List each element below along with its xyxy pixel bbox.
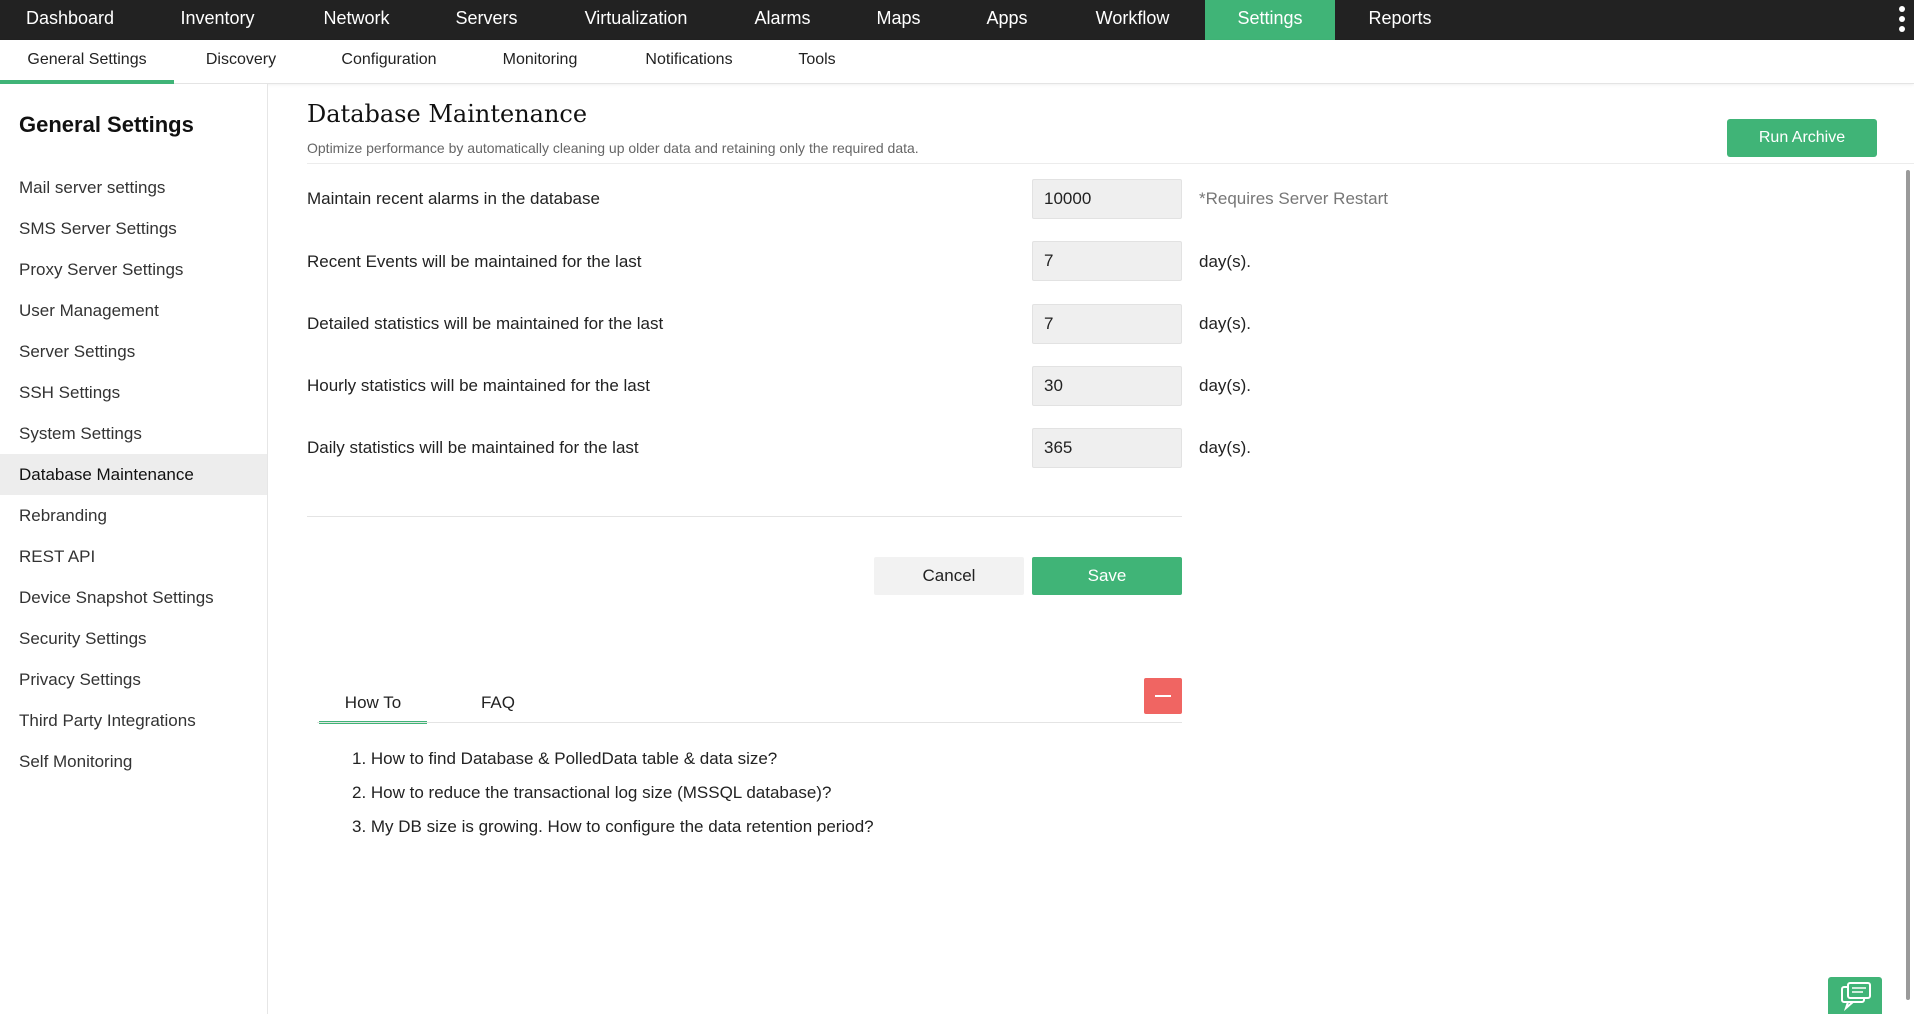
nav-apps[interactable]: Apps [959,0,1055,40]
daily-stats-input[interactable] [1032,428,1182,468]
detailed-stats-label: Detailed statistics will be maintained f… [307,314,664,333]
subnav-tools[interactable]: Tools [770,40,864,84]
howto-link-transaction-log[interactable]: 2. How to reduce the transactional log s… [352,783,831,803]
page-subtitle: Optimize performance by automatically cl… [307,140,919,156]
minus-icon [1155,695,1171,697]
events-retention-unit: day(s). [1199,252,1251,271]
daily-stats-label: Daily statistics will be maintained for … [307,438,639,457]
nav-workflow[interactable]: Workflow [1065,0,1200,40]
sidebar-item-system-settings[interactable]: System Settings [0,413,267,454]
sidebar-item-security-settings[interactable]: Security Settings [0,618,267,659]
run-archive-button[interactable]: Run Archive [1727,119,1877,157]
nav-virtualization[interactable]: Virtualization [555,0,717,40]
chat-widget-button[interactable] [1828,977,1882,1014]
events-retention-input[interactable] [1032,241,1182,281]
sidebar-item-user-management[interactable]: User Management [0,290,267,331]
sidebar-item-server-settings[interactable]: Server Settings [0,331,267,372]
nav-reports[interactable]: Reports [1335,0,1465,40]
nav-dashboard[interactable]: Dashboard [0,0,140,40]
nav-network[interactable]: Network [295,0,418,40]
tab-how-to[interactable]: How To [319,688,427,724]
nav-alarms[interactable]: Alarms [727,0,838,40]
sidebar-item-sms-server[interactable]: SMS Server Settings [0,208,267,249]
sidebar-item-database-maintenance[interactable]: Database Maintenance [0,454,267,495]
subnav-monitoring[interactable]: Monitoring [486,40,594,84]
howto-link-retention-period[interactable]: 3. My DB size is growing. How to configu… [352,817,874,837]
tabs-divider [317,722,1182,723]
cancel-button[interactable]: Cancel [874,557,1024,595]
sidebar-item-ssh-settings[interactable]: SSH Settings [0,372,267,413]
subnav-configuration[interactable]: Configuration [322,40,456,84]
daily-stats-unit: day(s). [1199,438,1251,457]
nav-servers[interactable]: Servers [428,0,545,40]
sidebar-item-rest-api[interactable]: REST API [0,536,267,577]
sub-navigation: General Settings Discovery Configuration… [0,40,1914,84]
nav-maps[interactable]: Maps [848,0,949,40]
vertical-scrollbar[interactable] [1906,170,1910,1000]
tab-faq[interactable]: FAQ [453,688,543,724]
nav-settings[interactable]: Settings [1205,0,1335,40]
hourly-stats-label: Hourly statistics will be maintained for… [307,376,650,395]
page-title: Database Maintenance [307,100,588,128]
settings-sidebar: General Settings Mail server settings SM… [0,84,268,1014]
detailed-stats-unit: day(s). [1199,314,1251,333]
events-retention-label: Recent Events will be maintained for the… [307,252,642,271]
vertical-ellipsis-icon[interactable] [1898,6,1906,34]
howto-link-db-size[interactable]: 1. How to find Database & PolledData tab… [352,749,777,769]
sidebar-item-mail-server[interactable]: Mail server settings [0,167,267,208]
sidebar-item-rebranding[interactable]: Rebranding [0,495,267,536]
sidebar-item-device-snapshot[interactable]: Device Snapshot Settings [0,577,267,618]
save-button[interactable]: Save [1032,557,1182,595]
alarms-retention-note: *Requires Server Restart [1199,189,1388,208]
sidebar-item-privacy-settings[interactable]: Privacy Settings [0,659,267,700]
detailed-stats-input[interactable] [1032,304,1182,344]
sidebar-item-proxy-server[interactable]: Proxy Server Settings [0,249,267,290]
hourly-stats-unit: day(s). [1199,376,1251,395]
subnav-general-settings[interactable]: General Settings [0,40,174,84]
collapse-help-button[interactable] [1144,678,1182,714]
sidebar-title: General Settings [19,112,194,137]
chat-icon [1841,982,1871,1012]
form-divider [307,516,1182,517]
hourly-stats-input[interactable] [1032,366,1182,406]
subnav-notifications[interactable]: Notifications [628,40,750,84]
header-divider [307,163,1914,164]
nav-inventory[interactable]: Inventory [150,0,285,40]
top-navigation: Dashboard Inventory Network Servers Virt… [0,0,1914,40]
sidebar-item-self-monitoring[interactable]: Self Monitoring [0,741,267,782]
main-content: Database Maintenance Optimize performanc… [268,84,1914,1014]
subnav-discovery[interactable]: Discovery [185,40,297,84]
sidebar-item-third-party[interactable]: Third Party Integrations [0,700,267,741]
alarms-retention-input[interactable] [1032,179,1182,219]
alarms-retention-label: Maintain recent alarms in the database [307,189,600,208]
